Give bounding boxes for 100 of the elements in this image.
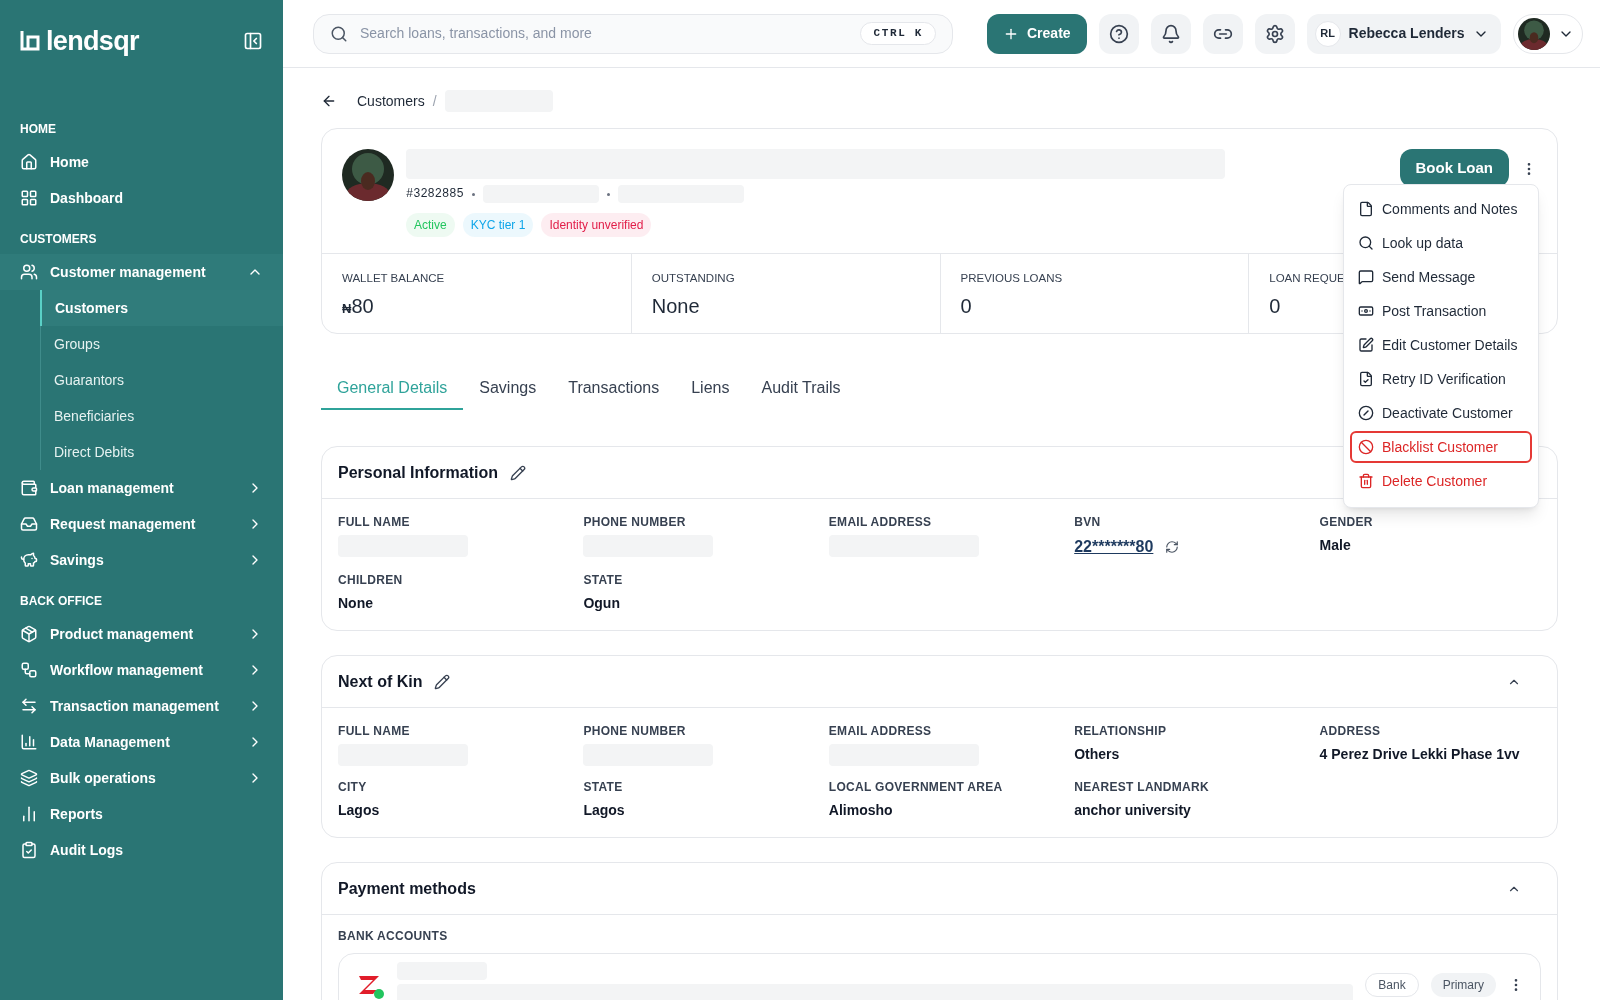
nav-icon: [20, 263, 38, 281]
field-value: Ogun: [583, 594, 621, 613]
field-label: EMAIL ADDRESS: [828, 514, 933, 531]
field-label: EMAIL ADDRESS: [828, 723, 933, 740]
stat-value: 0: [960, 294, 972, 320]
nav-icon: [20, 551, 38, 569]
search-icon: [1358, 235, 1374, 251]
refresh-icon[interactable]: [1165, 540, 1180, 554]
menu-item[interactable]: Retry ID Verification: [1350, 363, 1532, 395]
nav-icon: [20, 697, 38, 715]
stat-value: ₦80: [342, 294, 374, 320]
tab[interactable]: Audit Trails: [745, 368, 857, 410]
customer-id: #3282885: [406, 186, 464, 203]
tab[interactable]: General Details: [321, 368, 464, 410]
nav-item[interactable]: Data Management: [0, 724, 283, 760]
status-badge: Active: [406, 213, 455, 237]
menu-item[interactable]: Comments and Notes: [1350, 193, 1532, 225]
message-icon: [1358, 269, 1374, 285]
user-menu-button[interactable]: RL Rebecca Lenders: [1306, 13, 1501, 54]
section-heading: CUSTOMERS: [19, 231, 98, 248]
nav-item[interactable]: Home: [0, 144, 283, 180]
nav-item[interactable]: Product management: [0, 616, 283, 652]
field-label: NEAREST LANDMARK: [1074, 779, 1210, 796]
account-tag: Primary: [1430, 973, 1496, 997]
slash-circle-icon: [1358, 405, 1374, 421]
collapse-sidebar-icon[interactable]: [243, 31, 263, 51]
nav-subitem[interactable]: Beneficiaries: [41, 398, 283, 434]
field-label: FULL NAME: [338, 514, 411, 531]
field-value: 4 Perez Drive Lekki Phase 1vv: [1319, 745, 1521, 764]
trash-icon: [1358, 473, 1374, 489]
notifications-button[interactable]: [1150, 13, 1191, 54]
tab[interactable]: Savings: [463, 368, 553, 410]
book-loan-button[interactable]: Book Loan: [1399, 149, 1509, 187]
field-label: GENDER: [1319, 514, 1374, 531]
field-label: STATE: [583, 572, 624, 589]
field-value: Others: [1074, 745, 1121, 764]
back-icon[interactable]: [321, 93, 337, 109]
note-icon: [1358, 201, 1374, 217]
section-title: Next of Kin: [338, 671, 423, 692]
brand-name: lendsqr: [46, 27, 139, 55]
stat-label: PREVIOUS LOANS: [960, 271, 1063, 286]
field-value: Male: [1319, 536, 1352, 555]
file-check-icon: [1358, 371, 1374, 387]
nav-item[interactable]: Bulk operations: [0, 760, 283, 796]
nav-subitem[interactable]: Guarantors: [41, 362, 283, 398]
nav-item[interactable]: Transaction management: [0, 688, 283, 724]
edit-icon[interactable]: [434, 673, 451, 690]
field-label: CHILDREN: [338, 572, 404, 589]
nav-item[interactable]: Audit Logs: [0, 832, 283, 868]
section-heading: BACK OFFICE: [19, 593, 103, 610]
nav-icon: [20, 625, 38, 643]
nav-icon: [20, 153, 38, 171]
bvn-link[interactable]: 22*******80: [1074, 535, 1154, 559]
create-button[interactable]: Create: [987, 13, 1087, 54]
breadcrumb-link[interactable]: Customers: [357, 90, 425, 112]
settings-button[interactable]: [1254, 13, 1295, 54]
nav-icon: [20, 769, 38, 787]
stat-label: LOAN REQUE: [1269, 271, 1345, 286]
nav-item[interactable]: Request management: [0, 506, 283, 542]
menu-item[interactable]: Look up data: [1350, 227, 1532, 259]
tab[interactable]: Transactions: [552, 368, 676, 410]
field-value: Lagos: [583, 801, 626, 820]
section-title: Personal Information: [338, 462, 499, 483]
search-input[interactable]: Search loans, transactions, and more: [360, 23, 849, 44]
nav-icon: [20, 515, 38, 533]
menu-item[interactable]: Edit Customer Details: [1350, 329, 1532, 361]
nav-icon: [20, 661, 38, 679]
nav-item[interactable]: Workflow management: [0, 652, 283, 688]
nav-item[interactable]: Dashboard: [0, 180, 283, 216]
nav-subitem[interactable]: Direct Debits: [41, 434, 283, 470]
menu-item[interactable]: Post Transaction: [1350, 295, 1532, 327]
search-icon: [330, 24, 348, 43]
bell-icon: [1160, 23, 1181, 44]
link-button[interactable]: [1202, 13, 1243, 54]
field-label: LOCAL GOVERNMENT AREA: [828, 779, 1004, 796]
nav-item[interactable]: Reports: [0, 796, 283, 832]
nav-subitem[interactable]: Customers: [40, 290, 283, 326]
nav-item[interactable]: Loan management: [0, 470, 283, 506]
search-field[interactable]: Search loans, transactions, and more CTRL K: [313, 13, 953, 54]
menu-item[interactable]: Blacklist Customer: [1350, 431, 1532, 463]
nav-item[interactable]: Savings: [0, 542, 283, 578]
tab[interactable]: Liens: [675, 368, 746, 410]
nav-subitem[interactable]: Groups: [41, 326, 283, 362]
edit-icon: [1358, 337, 1374, 353]
ban-icon: [1358, 439, 1374, 455]
field-label: STATE: [583, 779, 624, 796]
section-heading: HOME: [19, 121, 57, 138]
nav-item[interactable]: Customer management: [0, 254, 283, 290]
field-value: Alimosho: [828, 801, 894, 820]
section-title: Payment methods: [338, 878, 476, 899]
stat-value: None: [651, 294, 700, 320]
menu-item[interactable]: Send Message: [1350, 261, 1532, 293]
menu-item[interactable]: Delete Customer: [1350, 465, 1532, 497]
field-label: CITY: [338, 779, 368, 796]
nav-icon: [20, 841, 38, 859]
subsection-label: BANK ACCOUNTS: [338, 928, 449, 945]
field-value: Lagos: [338, 801, 381, 820]
edit-icon[interactable]: [510, 464, 527, 481]
menu-item[interactable]: Deactivate Customer: [1350, 397, 1532, 429]
help-button[interactable]: [1098, 13, 1139, 54]
